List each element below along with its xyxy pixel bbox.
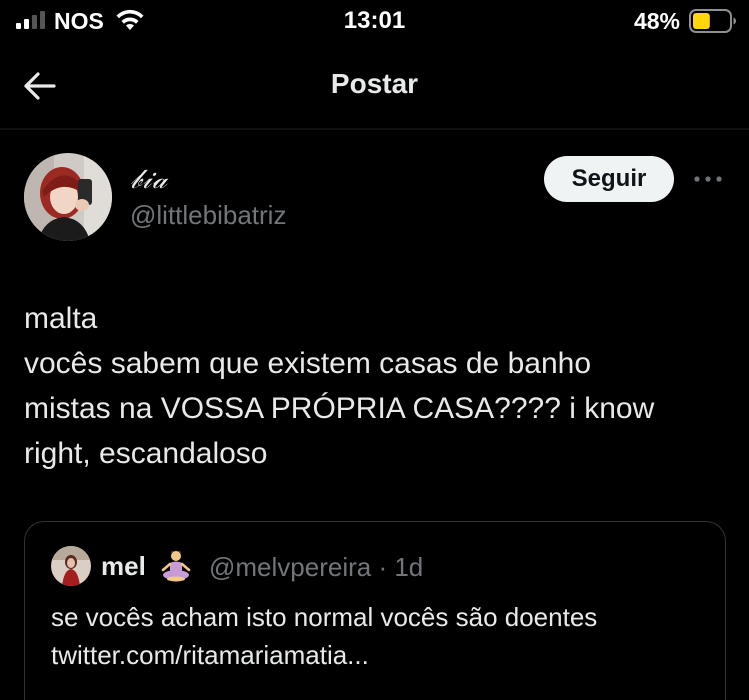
author-avatar[interactable] <box>24 153 112 241</box>
page-title: Postar <box>330 68 419 99</box>
more-horizontal-icon[interactable] <box>692 166 724 192</box>
quoted-link[interactable]: twitter.com/ritamariamatia... <box>51 636 711 674</box>
person-in-lotus-position-icon <box>161 550 191 582</box>
status-bar: NOS 13:01 48% <box>0 0 749 44</box>
post-text: malta vocês sabem que existem casas de b… <box>24 296 734 476</box>
quoted-post-card[interactable]: mel @melvpereira · 1d se vocês acham ist… <box>24 521 726 700</box>
author-display-name[interactable]: 𝒷𝒾𝒶 <box>130 164 168 196</box>
author-handle[interactable]: @littlebibatriz <box>130 200 286 231</box>
battery-icon <box>689 9 736 33</box>
post-text-line: mistas na VOSSA PRÓPRIA CASA???? i know <box>24 392 655 425</box>
post-text-line: malta <box>24 302 98 335</box>
quoted-author-name[interactable]: mel <box>101 551 146 582</box>
post-text-line: right, escandaloso <box>24 437 268 470</box>
quoted-author-avatar[interactable] <box>51 546 91 586</box>
battery-percent: 48% <box>633 8 680 34</box>
quoted-text-line: se vocês acham isto normal vocês são doe… <box>51 602 598 632</box>
post-text-line: vocês sabem que existem casas de banho <box>24 347 591 380</box>
top-navigation-bar: Postar <box>0 44 749 128</box>
header-divider <box>0 128 749 130</box>
quoted-handle-and-time: @melvpereira · 1d <box>209 552 424 582</box>
follow-button[interactable]: Seguir <box>544 156 674 202</box>
quoted-post-text: se vocês acham isto normal vocês são doe… <box>51 598 711 674</box>
